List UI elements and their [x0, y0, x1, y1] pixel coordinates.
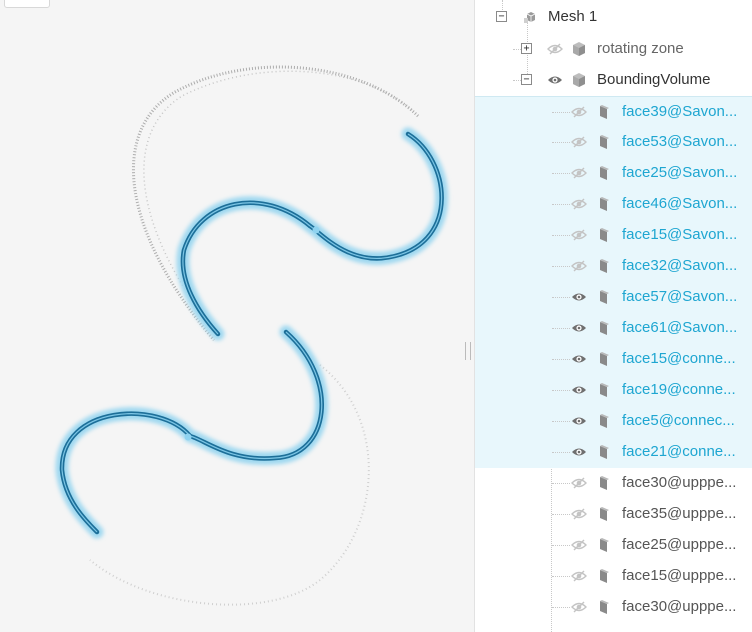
tree-node-face[interactable]: face30@upppe... — [475, 468, 752, 499]
tree-label: face21@conne... — [622, 443, 736, 460]
face-icon — [600, 538, 609, 552]
splitter-grip[interactable] — [465, 342, 471, 360]
eye-slash-icon[interactable] — [571, 569, 587, 583]
face-icon — [600, 290, 609, 304]
tree-label: face30@upppe... — [622, 598, 737, 615]
tree-label: face61@Savon... — [622, 319, 738, 336]
connector-marker-lower — [184, 433, 192, 441]
tree-node-rotating-zone[interactable]: + rotating zone — [475, 34, 752, 65]
eye-slash-icon[interactable] — [571, 507, 587, 521]
tree-label: rotating zone — [597, 40, 684, 57]
connector-marker-upper — [312, 226, 320, 234]
eye-slash-icon[interactable] — [571, 538, 587, 552]
tree-node-face[interactable]: face30@upppe... — [475, 592, 752, 623]
collapse-toggle[interactable]: − — [496, 11, 507, 22]
tree-node-face[interactable]: face25@Savon... — [475, 158, 752, 189]
tree-label: face57@Savon... — [622, 288, 738, 305]
eye-slash-icon[interactable] — [571, 135, 587, 149]
tree-node-face[interactable]: face35@upppe... — [475, 499, 752, 530]
eye-icon[interactable] — [571, 445, 587, 459]
face-icon — [600, 228, 609, 242]
tree-node-face[interactable]: face21@conne... — [475, 437, 752, 468]
eye-icon[interactable] — [571, 352, 587, 366]
tree-label: face35@upppe... — [622, 505, 737, 522]
scene-tree[interactable]: − Mesh 1 + rotating zone − BoundingVolum… — [475, 0, 752, 632]
tree-label: face46@Savon... — [622, 195, 738, 212]
tree-label: face39@Savon... — [622, 103, 738, 120]
tree-label: face25@Savon... — [622, 164, 738, 181]
tree-label: face15@conne... — [622, 350, 736, 367]
face-icon — [600, 321, 609, 335]
eye-slash-icon[interactable] — [571, 259, 587, 273]
tree-node-bounding-volume[interactable]: − BoundingVolume — [475, 65, 752, 96]
expand-toggle[interactable]: + — [521, 43, 532, 54]
tree-node-face[interactable]: face15@upppe... — [475, 561, 752, 592]
cube-icon — [573, 73, 585, 87]
tree-node-mesh[interactable]: − Mesh 1 — [475, 2, 752, 33]
face-icon — [600, 569, 609, 583]
tree-label: face53@Savon... — [622, 133, 738, 150]
face-icon — [600, 445, 609, 459]
tree-label: face15@upppe... — [622, 567, 737, 584]
tree-node-face[interactable]: face39@Savon... — [475, 96, 752, 127]
face-icon — [600, 135, 609, 149]
eye-slash-icon[interactable] — [571, 166, 587, 180]
mesh-icon — [524, 12, 536, 23]
tree-node-face[interactable]: face46@Savon... — [475, 189, 752, 220]
eye-icon[interactable] — [571, 290, 587, 304]
tree-node-face[interactable]: face57@Savon... — [475, 282, 752, 313]
face-icon — [600, 383, 609, 397]
tree-label: face32@Savon... — [622, 257, 738, 274]
tree-node-face[interactable]: face5@connec... — [475, 406, 752, 437]
tree-label: face19@conne... — [622, 381, 736, 398]
eye-icon[interactable] — [547, 73, 563, 87]
eye-slash-icon[interactable] — [571, 228, 587, 242]
face-icon — [600, 197, 609, 211]
face-icon — [600, 476, 609, 490]
face-icon — [600, 105, 609, 119]
eye-slash-icon[interactable] — [547, 42, 563, 56]
3d-viewport[interactable] — [0, 0, 475, 632]
cube-icon — [573, 42, 585, 56]
collapse-toggle[interactable]: − — [521, 74, 532, 85]
eye-slash-icon[interactable] — [571, 197, 587, 211]
tree-node-face[interactable]: face15@conne... — [475, 344, 752, 375]
eye-slash-icon[interactable] — [571, 105, 587, 119]
face-icon — [600, 414, 609, 428]
tree-label: Mesh 1 — [548, 8, 598, 25]
face-icon — [600, 507, 609, 521]
eye-slash-icon[interactable] — [571, 600, 587, 614]
eye-icon[interactable] — [571, 414, 587, 428]
tree-label: face5@connec... — [622, 412, 735, 429]
tree-label: BoundingVolume — [597, 71, 711, 88]
eye-icon[interactable] — [571, 321, 587, 335]
tree-label: face15@Savon... — [622, 226, 738, 243]
face-icon — [600, 166, 609, 180]
face-icon — [600, 259, 609, 273]
tree-label: face30@upppe... — [622, 474, 737, 491]
eye-icon[interactable] — [571, 383, 587, 397]
tree-label: face25@upppe... — [622, 536, 737, 553]
tree-node-face[interactable]: face19@conne... — [475, 375, 752, 406]
eye-slash-icon[interactable] — [571, 476, 587, 490]
tree-node-face[interactable]: face61@Savon... — [475, 313, 752, 344]
face-icon — [600, 600, 609, 614]
face-icon — [600, 352, 609, 366]
tree-node-face[interactable]: face15@Savon... — [475, 220, 752, 251]
tree-node-face[interactable]: face53@Savon... — [475, 127, 752, 158]
tree-node-face[interactable]: face25@upppe... — [475, 530, 752, 561]
tree-node-face[interactable]: face32@Savon... — [475, 251, 752, 282]
mesh-render[interactable] — [0, 0, 475, 632]
